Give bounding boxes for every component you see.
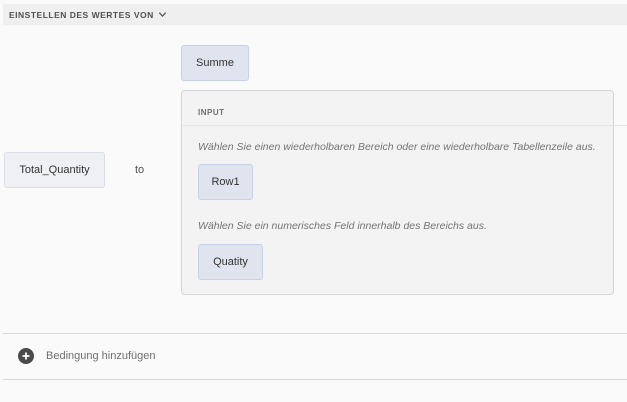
plus-circle-icon[interactable] — [18, 348, 34, 364]
chevron-down-icon[interactable] — [158, 10, 167, 19]
add-condition-button[interactable]: Bedingung hinzufügen — [18, 348, 155, 364]
section-title: EINSTELLEN DES WERTES VON — [9, 9, 154, 20]
function-token-summe[interactable]: Summe — [181, 45, 249, 81]
input-panel: INPUT Wählen Sie einen wiederholbaren Be… — [181, 90, 627, 295]
repeatable-hint: Wählen Sie einen wiederholbaren Bereich … — [198, 141, 596, 153]
to-label: to — [135, 164, 145, 176]
add-condition-label: Bedingung hinzufügen — [46, 350, 156, 362]
divider — [3, 379, 627, 380]
numeric-field-hint: Wählen Sie ein numerisches Feld innerhal… — [198, 220, 487, 232]
target-field-token[interactable]: Total_Quantity — [4, 152, 105, 188]
repeatable-panel-token[interactable]: Row1 — [198, 164, 253, 200]
set-value-header[interactable]: EINSTELLEN DES WERTES VON — [3, 4, 627, 25]
input-panel-title: INPUT — [198, 108, 225, 117]
panel-divider — [182, 125, 627, 126]
divider — [3, 333, 627, 334]
numeric-field-token[interactable]: Quatity — [198, 244, 263, 280]
